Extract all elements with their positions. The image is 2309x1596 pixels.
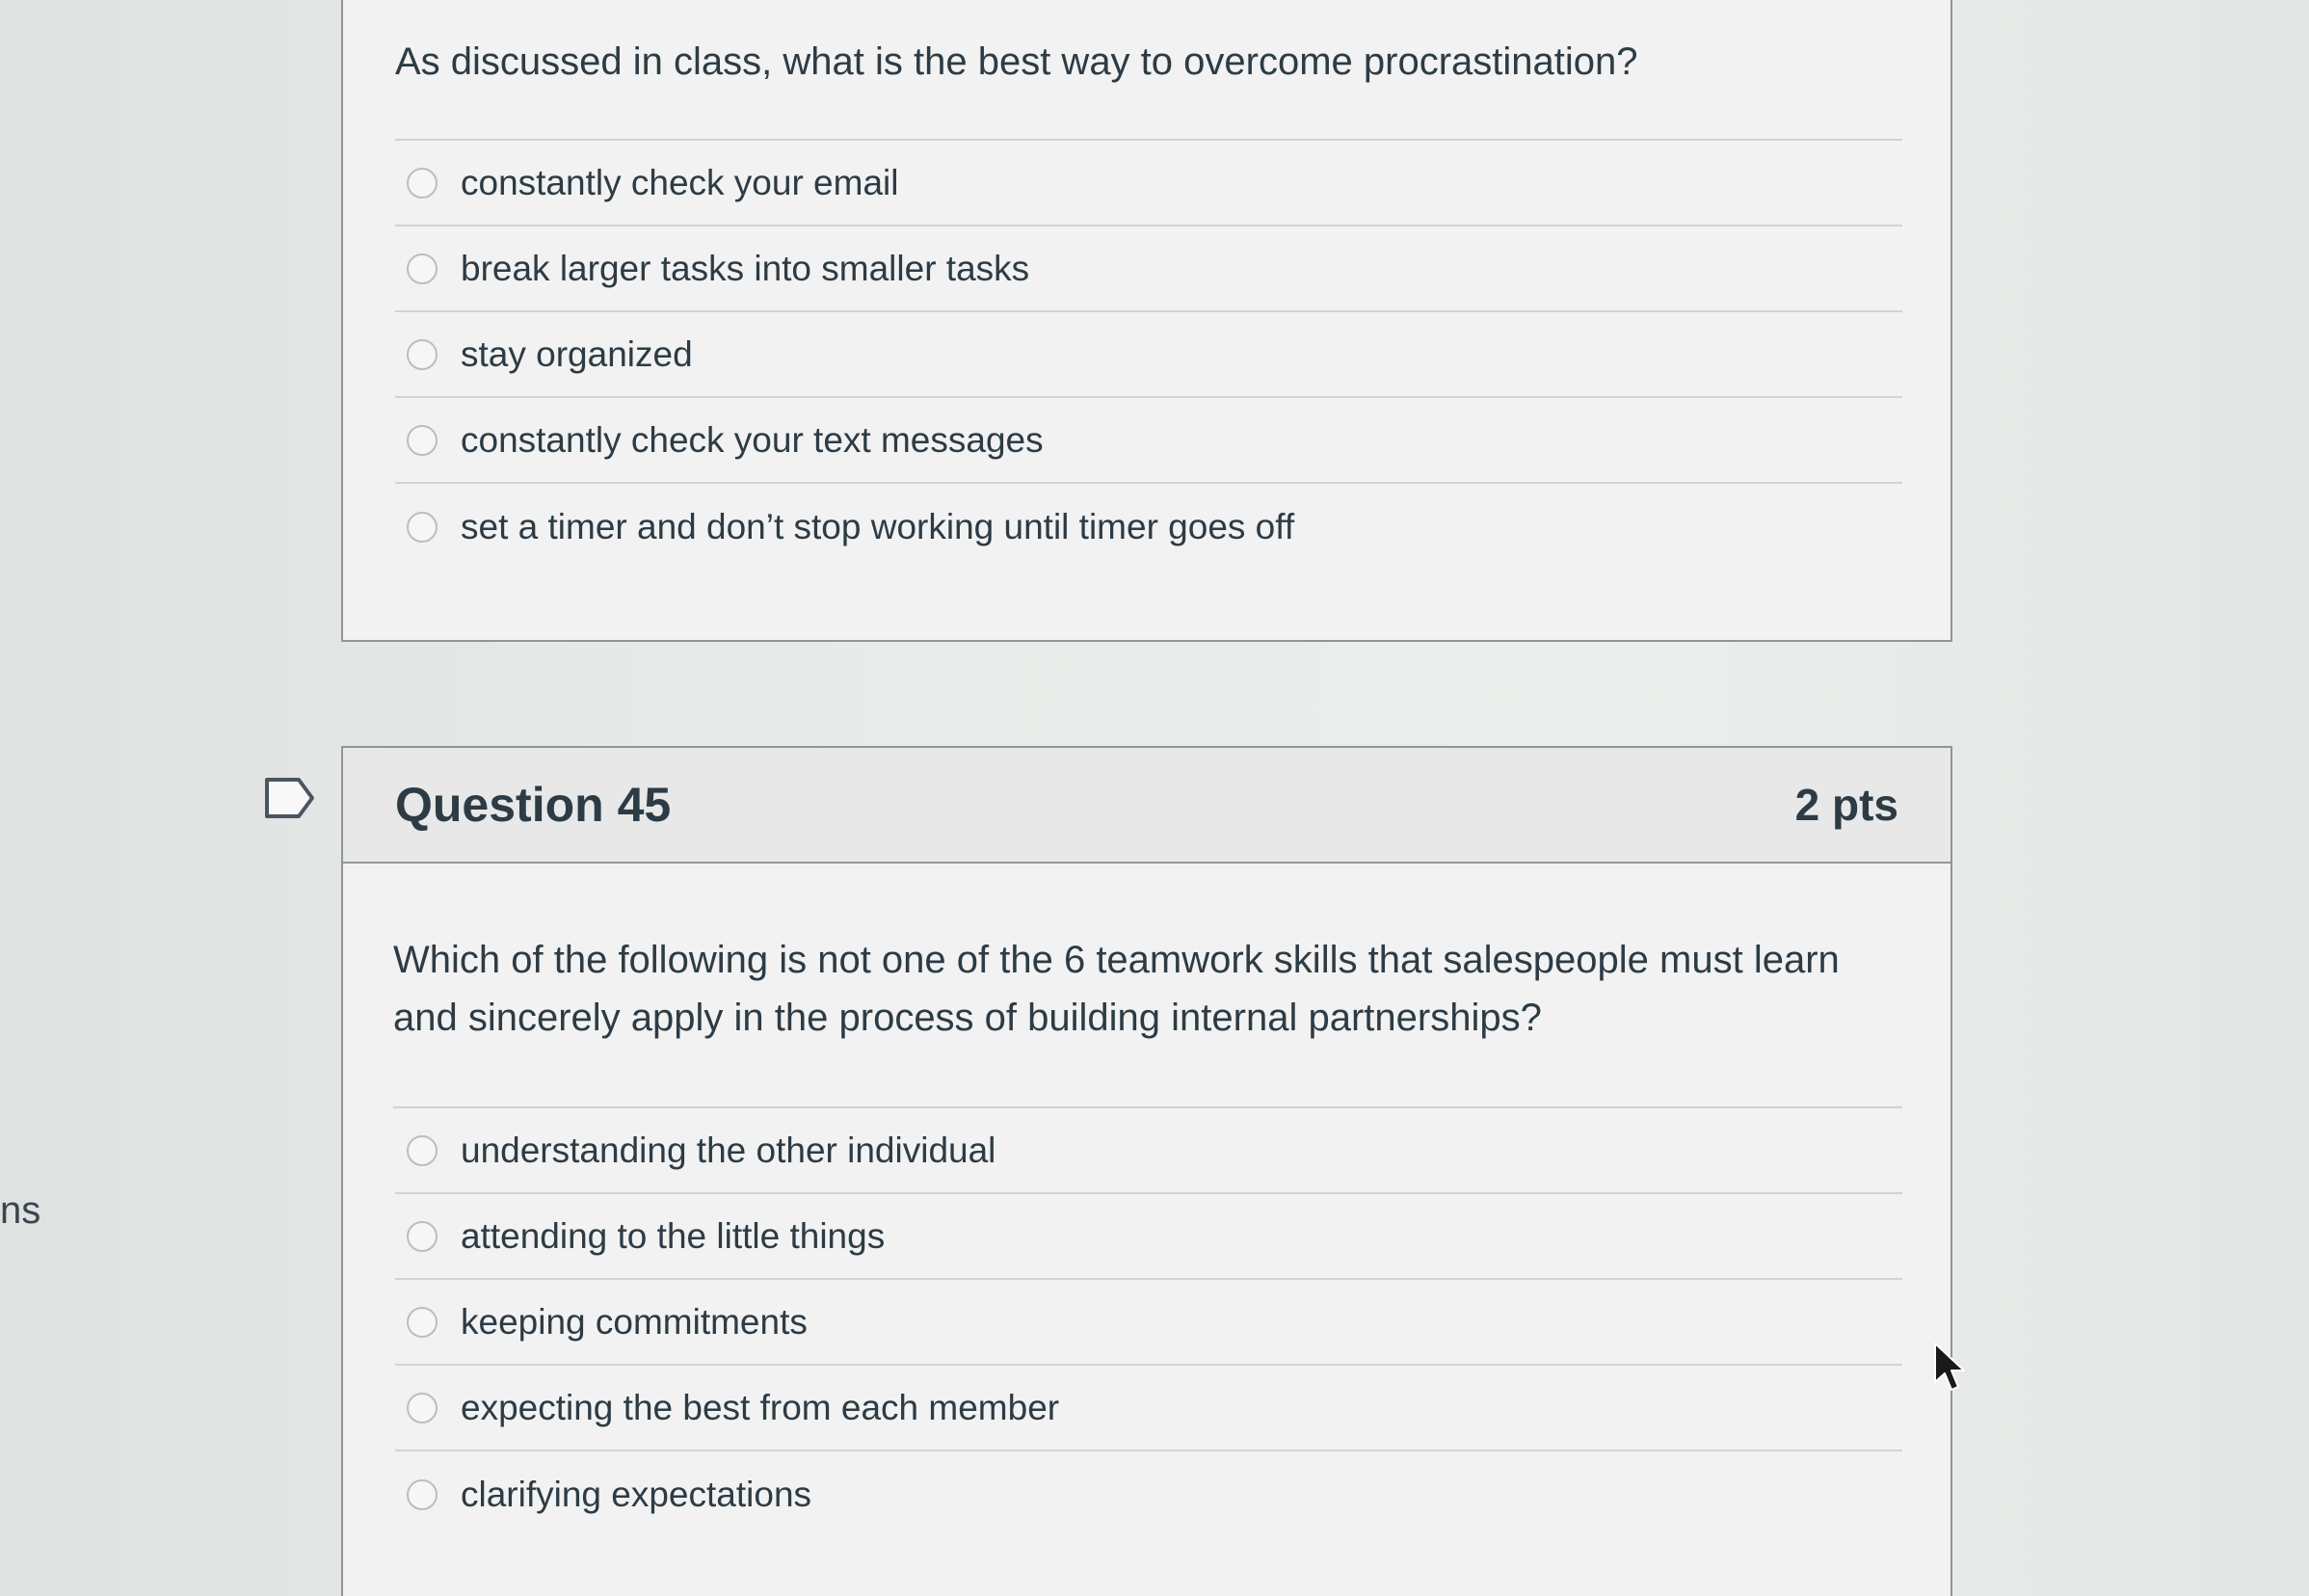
flag-question-icon[interactable] <box>264 777 316 819</box>
answer-option[interactable]: expecting the best from each member <box>395 1366 1902 1451</box>
radio-button[interactable] <box>407 1392 438 1423</box>
answer-list: constantly check your email break larger… <box>395 141 1902 570</box>
answer-label: keeping commitments <box>461 1301 808 1342</box>
radio-button[interactable] <box>407 1306 438 1338</box>
answer-label: constantly check your email <box>461 162 899 202</box>
radio-button[interactable] <box>407 167 438 199</box>
answer-label: clarifying expectations <box>461 1474 812 1514</box>
radio-button[interactable] <box>407 1220 438 1252</box>
question-card-44: As discussed in class, what is the best … <box>341 0 1952 642</box>
radio-button[interactable] <box>407 253 438 284</box>
answer-option[interactable]: attending to the little things <box>395 1194 1902 1280</box>
answer-label: stay organized <box>461 333 693 374</box>
mouse-pointer-icon <box>1934 1343 1965 1391</box>
answer-label: attending to the little things <box>461 1215 886 1256</box>
answer-option[interactable]: constantly check your email <box>395 141 1902 226</box>
answer-option[interactable]: constantly check your text messages <box>395 398 1902 484</box>
answer-label: constantly check your text messages <box>461 419 1044 460</box>
answer-label: set a timer and don’t stop working until… <box>461 506 1295 546</box>
radio-button[interactable] <box>407 424 438 456</box>
answer-option[interactable]: keeping commitments <box>395 1280 1902 1366</box>
question-points: 2 pts <box>1794 780 1898 830</box>
question-title: Question 45 <box>395 778 672 832</box>
answer-option[interactable]: clarifying expectations <box>395 1451 1902 1537</box>
sidebar-edge-text: ns <box>0 1189 41 1232</box>
answer-option[interactable]: set a timer and don’t stop working until… <box>395 484 1902 570</box>
radio-button[interactable] <box>407 338 438 370</box>
question-card-45: Question 45 2 pts Which of the following… <box>341 746 1952 1596</box>
quiz-page: ns As discussed in class, what is the be… <box>0 0 2309 1596</box>
radio-button[interactable] <box>407 1478 438 1510</box>
question-text: Which of the following is not one of the… <box>393 864 1902 1108</box>
radio-button[interactable] <box>407 1134 438 1166</box>
answer-option[interactable]: break larger tasks into smaller tasks <box>395 226 1902 312</box>
answer-label: break larger tasks into smaller tasks <box>461 248 1030 288</box>
answer-label: expecting the best from each member <box>461 1387 1060 1427</box>
question-text: As discussed in class, what is the best … <box>395 0 1902 141</box>
answer-option[interactable]: understanding the other individual <box>395 1108 1902 1194</box>
answer-list: understanding the other individual atten… <box>395 1108 1902 1537</box>
radio-button[interactable] <box>407 511 438 543</box>
answer-option[interactable]: stay organized <box>395 312 1902 398</box>
question-header: Question 45 2 pts <box>343 748 1951 864</box>
answer-label: understanding the other individual <box>461 1130 996 1170</box>
